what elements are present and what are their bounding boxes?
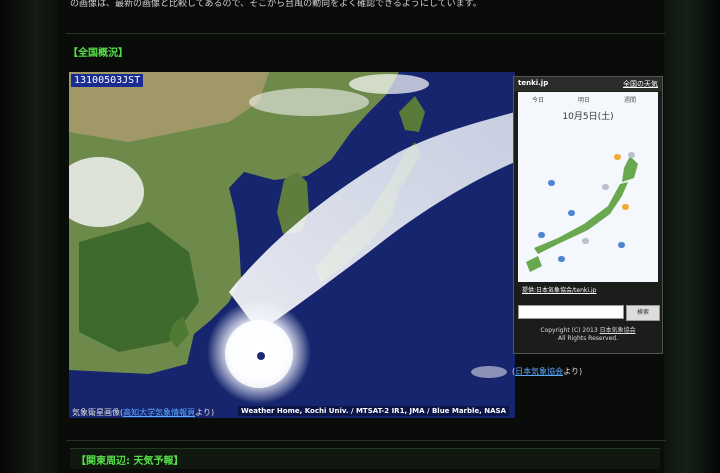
copyright-link[interactable]: 日本気象協会 (600, 327, 636, 334)
satellite-image: 13100503JST Weather Home, Kochi Univ. / … (69, 72, 515, 418)
widget-map-panel: 今日 明日 週間 10月5日(土) (518, 92, 658, 282)
tab-today[interactable]: 今日 (532, 95, 544, 104)
widget-source-link[interactable]: 提供:日本気象協会/tenki.jp (522, 285, 596, 294)
copyright-text: Copyright (C) 2013 (540, 327, 598, 334)
rights-text: All Rights Reserved. (557, 335, 618, 342)
caption-suffix: より) (195, 408, 215, 417)
japan-forecast-map (526, 156, 638, 272)
tenki-widget: tenki.jp 全国の天気 今日 明日 週間 10月5日(土) 提供:日本気象… (513, 76, 663, 354)
rain-icon (538, 232, 545, 238)
forecast-date: 10月5日(土) (562, 112, 614, 122)
widget-tabs: 今日 明日 週間 (518, 92, 658, 106)
caption-link[interactable]: 高知大学気象情報頁 (123, 408, 195, 417)
jma-credit: (日本気象協会より) (512, 366, 582, 377)
caption-prefix: 気象衛星画像( (72, 408, 124, 417)
rain-icon (568, 210, 575, 216)
search-input[interactable] (518, 305, 624, 319)
rain-icon (618, 242, 625, 248)
all-weather-link[interactable]: 全国の天気 (623, 79, 658, 89)
rain-icon (548, 180, 555, 186)
cloud-icon (602, 184, 609, 190)
jma-link[interactable]: 日本気象協会 (515, 367, 563, 376)
sun-icon (622, 204, 629, 210)
satellite-map-graphic (69, 72, 515, 418)
satellite-caption: 気象衛星画像(高知大学気象情報頁より) (72, 407, 214, 418)
sun-icon (614, 154, 621, 160)
search-button[interactable]: 検索 (626, 305, 660, 321)
divider (66, 440, 666, 441)
widget-copyright: Copyright (C) 2013 日本気象協会 All Rights Res… (518, 327, 658, 343)
monitor-right-edge (664, 0, 720, 473)
monitor-left-edge (0, 0, 60, 473)
divider (66, 33, 666, 34)
overview-heading: 【全国概況】 (68, 48, 128, 59)
jma-suffix: より) (563, 367, 583, 376)
rain-icon (558, 256, 565, 262)
tab-weekly[interactable]: 週間 (624, 95, 636, 104)
tab-tomorrow[interactable]: 明日 (578, 95, 590, 104)
satellite-credit: Weather Home, Kochi Univ. / MTSAT-2 IR1,… (238, 406, 509, 416)
satellite-timestamp: 13100503JST (71, 74, 144, 87)
intro-text: の画像は、最新の画像と比較してあるので、そこから台風の動向をよく確認できるように… (70, 0, 482, 8)
widget-brand[interactable]: tenki.jp (518, 79, 548, 87)
kanto-heading: 【関東周辺: 天気予報】 (76, 456, 184, 467)
cloud-icon (628, 152, 635, 158)
cloud-icon (582, 238, 589, 244)
widget-header: tenki.jp 全国の天気 (514, 77, 662, 91)
